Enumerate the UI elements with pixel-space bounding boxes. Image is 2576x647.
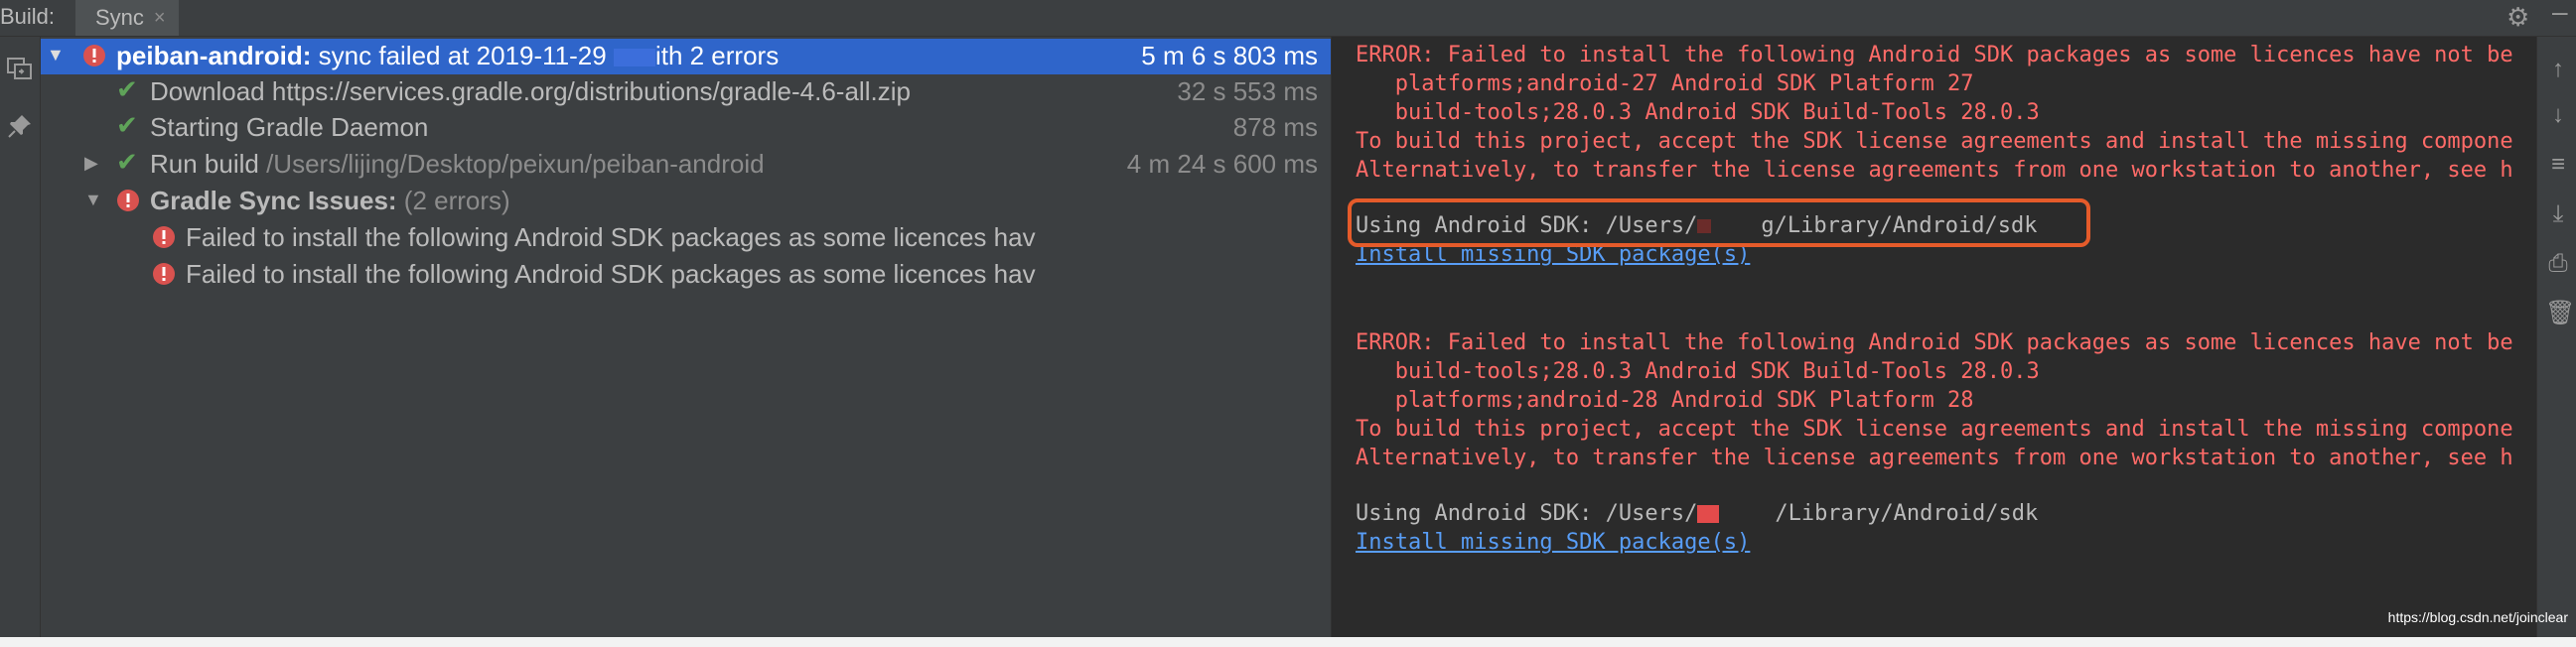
up-arrow-icon[interactable]: ↑ (2545, 57, 2571, 82)
gear-icon[interactable]: ⚙ (2506, 2, 2529, 33)
sdk-path-suffix: /Library/Android/sdk (1775, 501, 2039, 526)
tree-row-label: Run build /Users/lijing/Desktop/peixun/p… (150, 149, 765, 180)
tab-sync-label: Sync (95, 5, 144, 30)
project-name: peiban-android: (116, 41, 312, 70)
scroll-to-end-icon[interactable]: ⤓ (2545, 201, 2571, 227)
tree-row-label: Starting Gradle Daemon (150, 112, 429, 142)
console-error-line: ERROR: Failed to install the following A… (1356, 43, 2513, 67)
highlight-annotation-box (1348, 198, 2090, 247)
tree-row-label: peiban-android: sync failed at 2019-11-2… (116, 41, 779, 71)
console-package-line: platforms;android-28 Android SDK Platfor… (1356, 388, 1974, 413)
install-missing-sdk-link[interactable]: Install missing SDK package(s) (1356, 528, 1750, 557)
console-hint-line: Alternatively, to transfer the license a… (1356, 158, 2513, 183)
error-icon (117, 190, 139, 211)
project-path: /Users/lijing/Desktop/peixun/peiban-andr… (258, 149, 765, 179)
console-hint-line: Alternatively, to transfer the license a… (1356, 446, 2513, 470)
tree-row-label: Failed to install the following Android … (186, 259, 1036, 289)
duration: 878 ms (1232, 112, 1318, 142)
expand-arrow-icon[interactable]: ▼ (84, 190, 102, 210)
expand-arrow-icon[interactable]: ▶ (84, 153, 98, 174)
sync-issues-title: Gradle Sync Issues: (150, 186, 397, 215)
close-icon[interactable]: × (154, 7, 166, 30)
error-icon (153, 263, 175, 285)
sdk-path-prefix: Using Android SDK: /Users/ (1356, 501, 1698, 526)
watermark: https://blog.csdn.net/joinclear (2387, 609, 2568, 625)
duration: 5 m 6 s 803 ms (1141, 41, 1318, 70)
minimize-icon[interactable]: – (2552, 0, 2568, 28)
pin-icon[interactable] (4, 112, 36, 144)
build-label: Build: (0, 4, 56, 29)
error-icon (153, 226, 175, 248)
tree-row-label: Failed to install the following Android … (186, 222, 1036, 252)
down-arrow-icon[interactable]: ↓ (2545, 102, 2571, 128)
build-window-header: Build: Sync × ⚙ – (0, 0, 2576, 37)
console-package-line: build-tools;28.0.3 Android SDK Build-Too… (1356, 359, 2040, 384)
check-icon: ✔ (116, 110, 138, 140)
duration: 32 s 553 ms (1177, 76, 1318, 106)
right-toolbar: ↑ ↓ ≡ ⤓ ⎙ 🗑 (2536, 37, 2576, 637)
tree-row-download[interactable]: ✔ Download https://services.gradle.org/d… (41, 74, 1331, 110)
error-count: (2 errors) (396, 186, 510, 215)
tree-row-sync-issues[interactable]: ▼ Gradle Sync Issues: (2 errors) (41, 184, 1331, 219)
console-hint-line: To build this project, accept the SDK li… (1356, 417, 2513, 442)
run-build-label: Run build (150, 149, 259, 179)
console-sdk-path-line: Using Android SDK: /Users/ /Library/Andro… (1356, 499, 2038, 528)
tree-row-issue[interactable]: Failed to install the following Android … (41, 257, 1331, 293)
build-tool-window: Build: Sync × ⚙ – ▼ peiban-android: sync… (0, 0, 2576, 637)
redacted-mask (613, 49, 655, 67)
redacted-mask (1697, 499, 1776, 528)
check-icon: ✔ (116, 74, 138, 104)
console-error-line: ERROR: Failed to install the following A… (1356, 330, 2513, 355)
tree-row-daemon[interactable]: ✔ Starting Gradle Daemon 878 ms (41, 110, 1331, 146)
print-icon[interactable]: ⎙ (2545, 251, 2571, 277)
sync-status-suffix: ith 2 errors (654, 41, 780, 70)
error-icon (83, 45, 105, 66)
tab-sync[interactable]: Sync × (75, 0, 179, 36)
check-icon: ✔ (116, 147, 138, 177)
console-package-line: platforms;android-27 Android SDK Platfor… (1356, 71, 1974, 96)
tree-row-root[interactable]: ▼ peiban-android: sync failed at 2019-11… (41, 39, 1331, 74)
console-hint-line: To build this project, accept the SDK li… (1356, 129, 2513, 154)
tree-row-issue[interactable]: Failed to install the following Android … (41, 220, 1331, 256)
tree-row-label: Gradle Sync Issues: (2 errors) (150, 186, 510, 216)
tree-row-label: Download https://services.gradle.org/dis… (150, 76, 911, 106)
console-output[interactable]: ERROR: Failed to install the following A… (1332, 37, 2536, 637)
soft-wrap-icon[interactable]: ≡ (2545, 152, 2571, 178)
console-package-line: build-tools;28.0.3 Android SDK Build-Too… (1356, 100, 2040, 125)
tree-row-run-build[interactable]: ▶ ✔ Run build /Users/lijing/Desktop/peix… (41, 147, 1331, 183)
duration: 4 m 24 s 600 ms (1126, 149, 1318, 179)
left-toolbar (0, 37, 41, 637)
build-tree: ▼ peiban-android: sync failed at 2019-11… (41, 37, 1331, 637)
trash-icon[interactable]: 🗑 (2545, 301, 2575, 326)
sync-status-text: sync failed at 2019-11-29 (311, 41, 607, 70)
expand-arrow-icon[interactable]: ▼ (47, 45, 65, 65)
restore-layout-icon[interactable] (4, 55, 36, 86)
